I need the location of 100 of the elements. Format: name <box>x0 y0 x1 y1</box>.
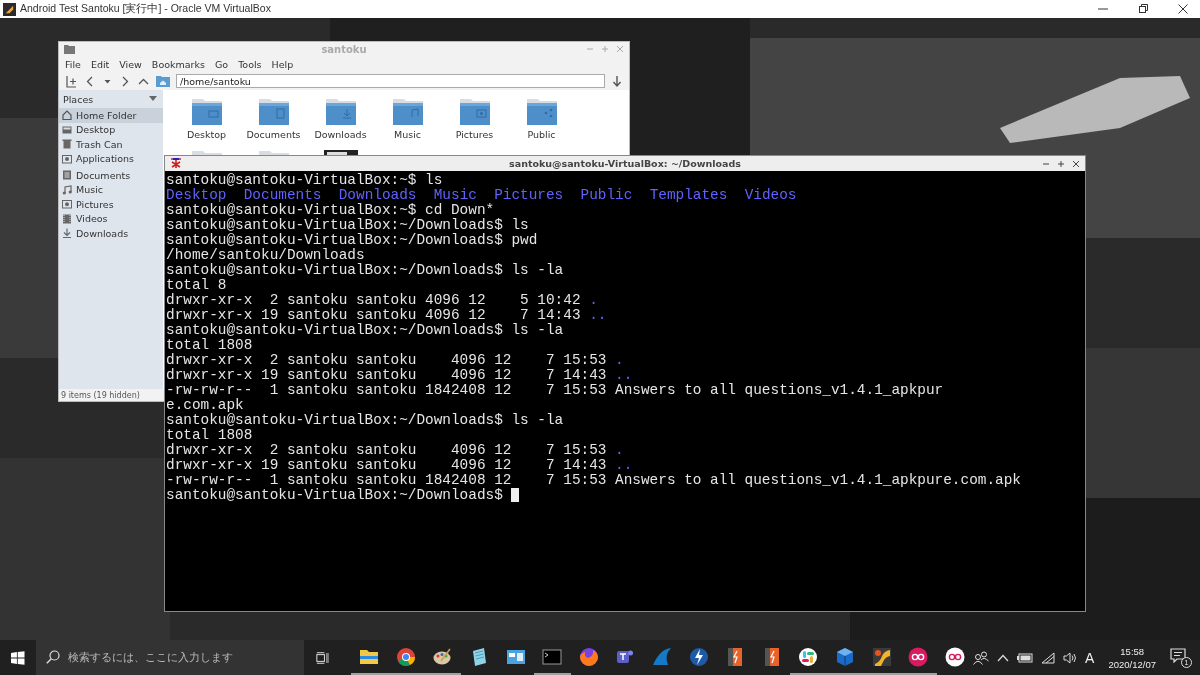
terminal-text: santoku@santoku-VirtualBox:~$ cd Down* <box>166 203 495 218</box>
terminal-text: santoku@santoku-VirtualBox:~/Downloads$ ls -la <box>166 323 564 338</box>
globe-icon <box>578 646 599 667</box>
directory-name: . <box>589 293 598 308</box>
trash-icon <box>62 139 72 150</box>
cube-icon <box>835 646 855 667</box>
window-title: santoku@santoku-VirtualBox: ~/Downloads <box>508 158 742 169</box>
battery-icon[interactable] <box>1017 652 1034 663</box>
directory-name: . <box>615 353 624 368</box>
terminal-text: -rw-rw-r-- 1 santoku santoku 1842408 12 7 15:53 Answers to all questions_v1.4.1_apkpure.com.apk <box>166 473 1021 488</box>
fin-icon <box>652 646 673 667</box>
task-view-icon[interactable] <box>315 650 329 665</box>
search-icon <box>45 650 60 664</box>
folder-icon <box>458 96 491 126</box>
folder-label: Desktop <box>186 129 227 140</box>
sidebar-item[interactable]: Videos <box>59 211 163 226</box>
home-icon <box>62 110 72 121</box>
volume-icon[interactable] <box>1063 651 1078 664</box>
windows-logo-icon[interactable] <box>11 649 25 666</box>
notification-icon[interactable] <box>1170 647 1186 663</box>
maximize-icon[interactable] <box>1138 4 1148 14</box>
directory-name: .. <box>615 368 633 383</box>
terminal-text: total 1808 <box>166 428 253 443</box>
terminal-text: santoku@santoku-VirtualBox:~/Downloads$ ls -la <box>166 413 564 428</box>
sidebar-item[interactable]: Music <box>59 182 163 197</box>
folder-icon <box>391 96 424 126</box>
window-title: santoku <box>320 43 368 55</box>
folder-item[interactable]: Downloads <box>307 96 374 144</box>
menu-item[interactable]: Bookmarks <box>151 58 205 70</box>
chevron-up-icon[interactable] <box>997 653 1010 662</box>
film-icon <box>62 213 72 224</box>
directory-name: . <box>615 443 624 458</box>
folder-icon <box>525 96 558 126</box>
terminal-text: total 1808 <box>166 338 253 353</box>
terminal-logo-icon <box>170 158 182 169</box>
close-icon[interactable] <box>1178 4 1188 14</box>
folder-item[interactable]: Desktop <box>173 96 240 144</box>
terminal-text: drwxr-xr-x 19 santoku santoku 4096 12 7 14:43 <box>166 308 581 323</box>
search-field[interactable]: 検索するには、ここに入力します <box>35 640 304 675</box>
sidebar-item[interactable]: Trash Can <box>59 137 163 152</box>
clock-date: 2020/12/07 <box>1108 657 1156 671</box>
apps-icon <box>62 153 72 164</box>
directory-name: Pictures <box>494 188 564 203</box>
terminal-text: total 8 <box>166 278 227 293</box>
menu-item[interactable]: Go <box>214 58 229 70</box>
directory-name: Music <box>433 188 477 203</box>
menu-item[interactable]: File <box>65 58 81 70</box>
folder-item[interactable]: Music <box>374 96 441 144</box>
terminal-text: -rw-rw-r-- 1 santoku santoku 1842408 12 7 15:53 Answers to all questions_v1.4.1_apkpur <box>166 383 944 398</box>
terminal-text: /home/santoku/Downloads <box>166 248 365 263</box>
terminal-text: santoku@santoku-VirtualBox:~/Downloads$ ls -la <box>166 263 564 278</box>
download-icon <box>62 228 72 239</box>
palette-icon <box>432 646 453 667</box>
menu-item[interactable]: View <box>119 58 142 70</box>
status-text: 9 items (19 hidden) <box>61 390 140 400</box>
lightning-icon <box>688 646 709 667</box>
app-logo-icon <box>3 2 16 16</box>
folder-icon <box>190 96 223 126</box>
directory-name: Documents <box>243 188 322 203</box>
terminal-text: santoku@santoku-VirtualBox:~/Downloads$ <box>166 488 503 503</box>
folder-item[interactable]: Documents <box>240 96 307 144</box>
terminal-text: drwxr-xr-x 2 santoku santoku 4096 12 7 15:53 <box>166 353 607 368</box>
directory-name: .. <box>615 458 633 473</box>
go-icon[interactable] <box>611 74 623 88</box>
caret-icon[interactable] <box>149 96 157 102</box>
two-circles-icon <box>908 646 929 667</box>
path-field[interactable]: /home/santoku <box>176 74 605 88</box>
picture-icon <box>62 199 72 210</box>
clock[interactable]: 15:58 2020/12/07 <box>1108 644 1156 671</box>
terminal-text: santoku@santoku-VirtualBox:~/Downloads$ pwd <box>166 233 538 248</box>
sidebar-item[interactable]: Documents <box>59 168 163 183</box>
directory-name: Desktop <box>166 188 227 203</box>
window-title: Android Test Santoku [実行中] - Oracle VM VirtualBox <box>20 2 271 16</box>
new-tab-icon[interactable] <box>65 74 78 88</box>
folder-label: Downloads <box>314 129 367 140</box>
folder-icon <box>257 96 290 126</box>
sidebar-item[interactable]: Home Folder <box>59 108 163 123</box>
input-mode-indicator[interactable]: A <box>1085 649 1095 666</box>
sidebar-item[interactable]: Applications <box>59 151 163 166</box>
menu-item[interactable]: Help <box>271 58 294 70</box>
close-icon[interactable] <box>1072 159 1080 168</box>
menu-item[interactable]: Edit <box>90 58 110 70</box>
menu-item[interactable]: Tools <box>238 58 262 70</box>
directory-name: Public <box>580 188 633 203</box>
sidebar-item[interactable]: Pictures <box>59 197 163 212</box>
directory-name: Videos <box>744 188 797 203</box>
music-note-icon <box>62 184 72 195</box>
folder-item[interactable]: Pictures <box>441 96 508 144</box>
two-circles-icon <box>944 646 965 667</box>
terminal-text: drwxr-xr-x 2 santoku santoku 4096 12 5 10:42 <box>166 293 581 308</box>
round-logo-icon <box>395 646 416 667</box>
folder-label: Documents <box>246 129 301 140</box>
sidebar-item[interactable]: Desktop <box>59 122 163 137</box>
home-folder-icon <box>156 75 170 87</box>
folder-item[interactable]: Public <box>508 96 575 144</box>
sidebar-item[interactable]: Downloads <box>59 226 163 241</box>
folder-icon <box>64 44 75 54</box>
people-icon[interactable] <box>973 650 990 665</box>
folder-label: Music <box>394 129 421 140</box>
wifi-icon[interactable] <box>1041 651 1056 664</box>
